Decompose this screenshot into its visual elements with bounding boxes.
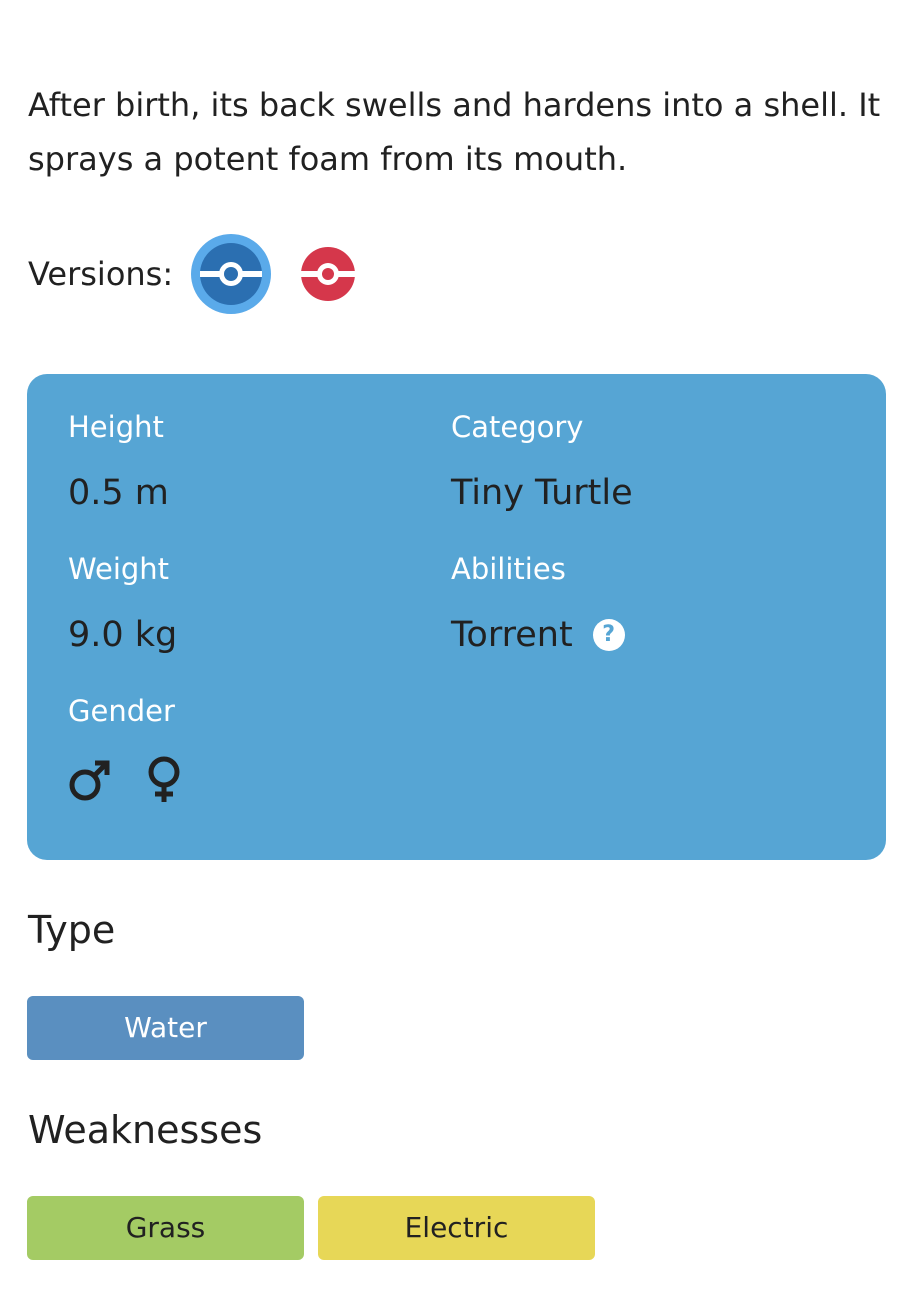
female-icon: [146, 756, 182, 808]
height-label: Height: [68, 410, 164, 444]
weaknesses-heading: Weaknesses: [28, 1108, 263, 1152]
gender-label: Gender: [68, 694, 175, 728]
category-value: Tiny Turtle: [451, 473, 633, 513]
weakness-badge-electric[interactable]: Electric: [318, 1196, 595, 1260]
version-red-button[interactable]: [300, 246, 356, 302]
category-label: Category: [451, 410, 584, 444]
type-heading: Type: [28, 908, 116, 952]
ability-value: Torrent: [451, 615, 573, 655]
gender-icons: [68, 756, 216, 808]
male-icon: [68, 758, 112, 806]
pokemon-description: After birth, its back swells and hardens…: [28, 86, 881, 178]
versions-row: Versions:: [28, 234, 356, 314]
pokemon-info-panel: Height 0.5 m Weight 9.0 kg Gender Catego…: [27, 374, 886, 860]
version-blue-button[interactable]: [191, 234, 272, 314]
ability-row: Torrent ?: [451, 615, 625, 655]
weight-value: 9.0 kg: [68, 615, 178, 655]
versions-label: Versions:: [28, 255, 174, 293]
pokeball-red-icon: [301, 247, 356, 301]
type-badge-water[interactable]: Water: [27, 996, 304, 1060]
abilities-label: Abilities: [451, 552, 566, 586]
weakness-badge-grass[interactable]: Grass: [27, 1196, 304, 1260]
question-icon[interactable]: ?: [592, 619, 625, 651]
weight-label: Weight: [68, 552, 170, 586]
height-value: 0.5 m: [68, 473, 169, 513]
pokeball-blue-icon: [191, 234, 272, 314]
